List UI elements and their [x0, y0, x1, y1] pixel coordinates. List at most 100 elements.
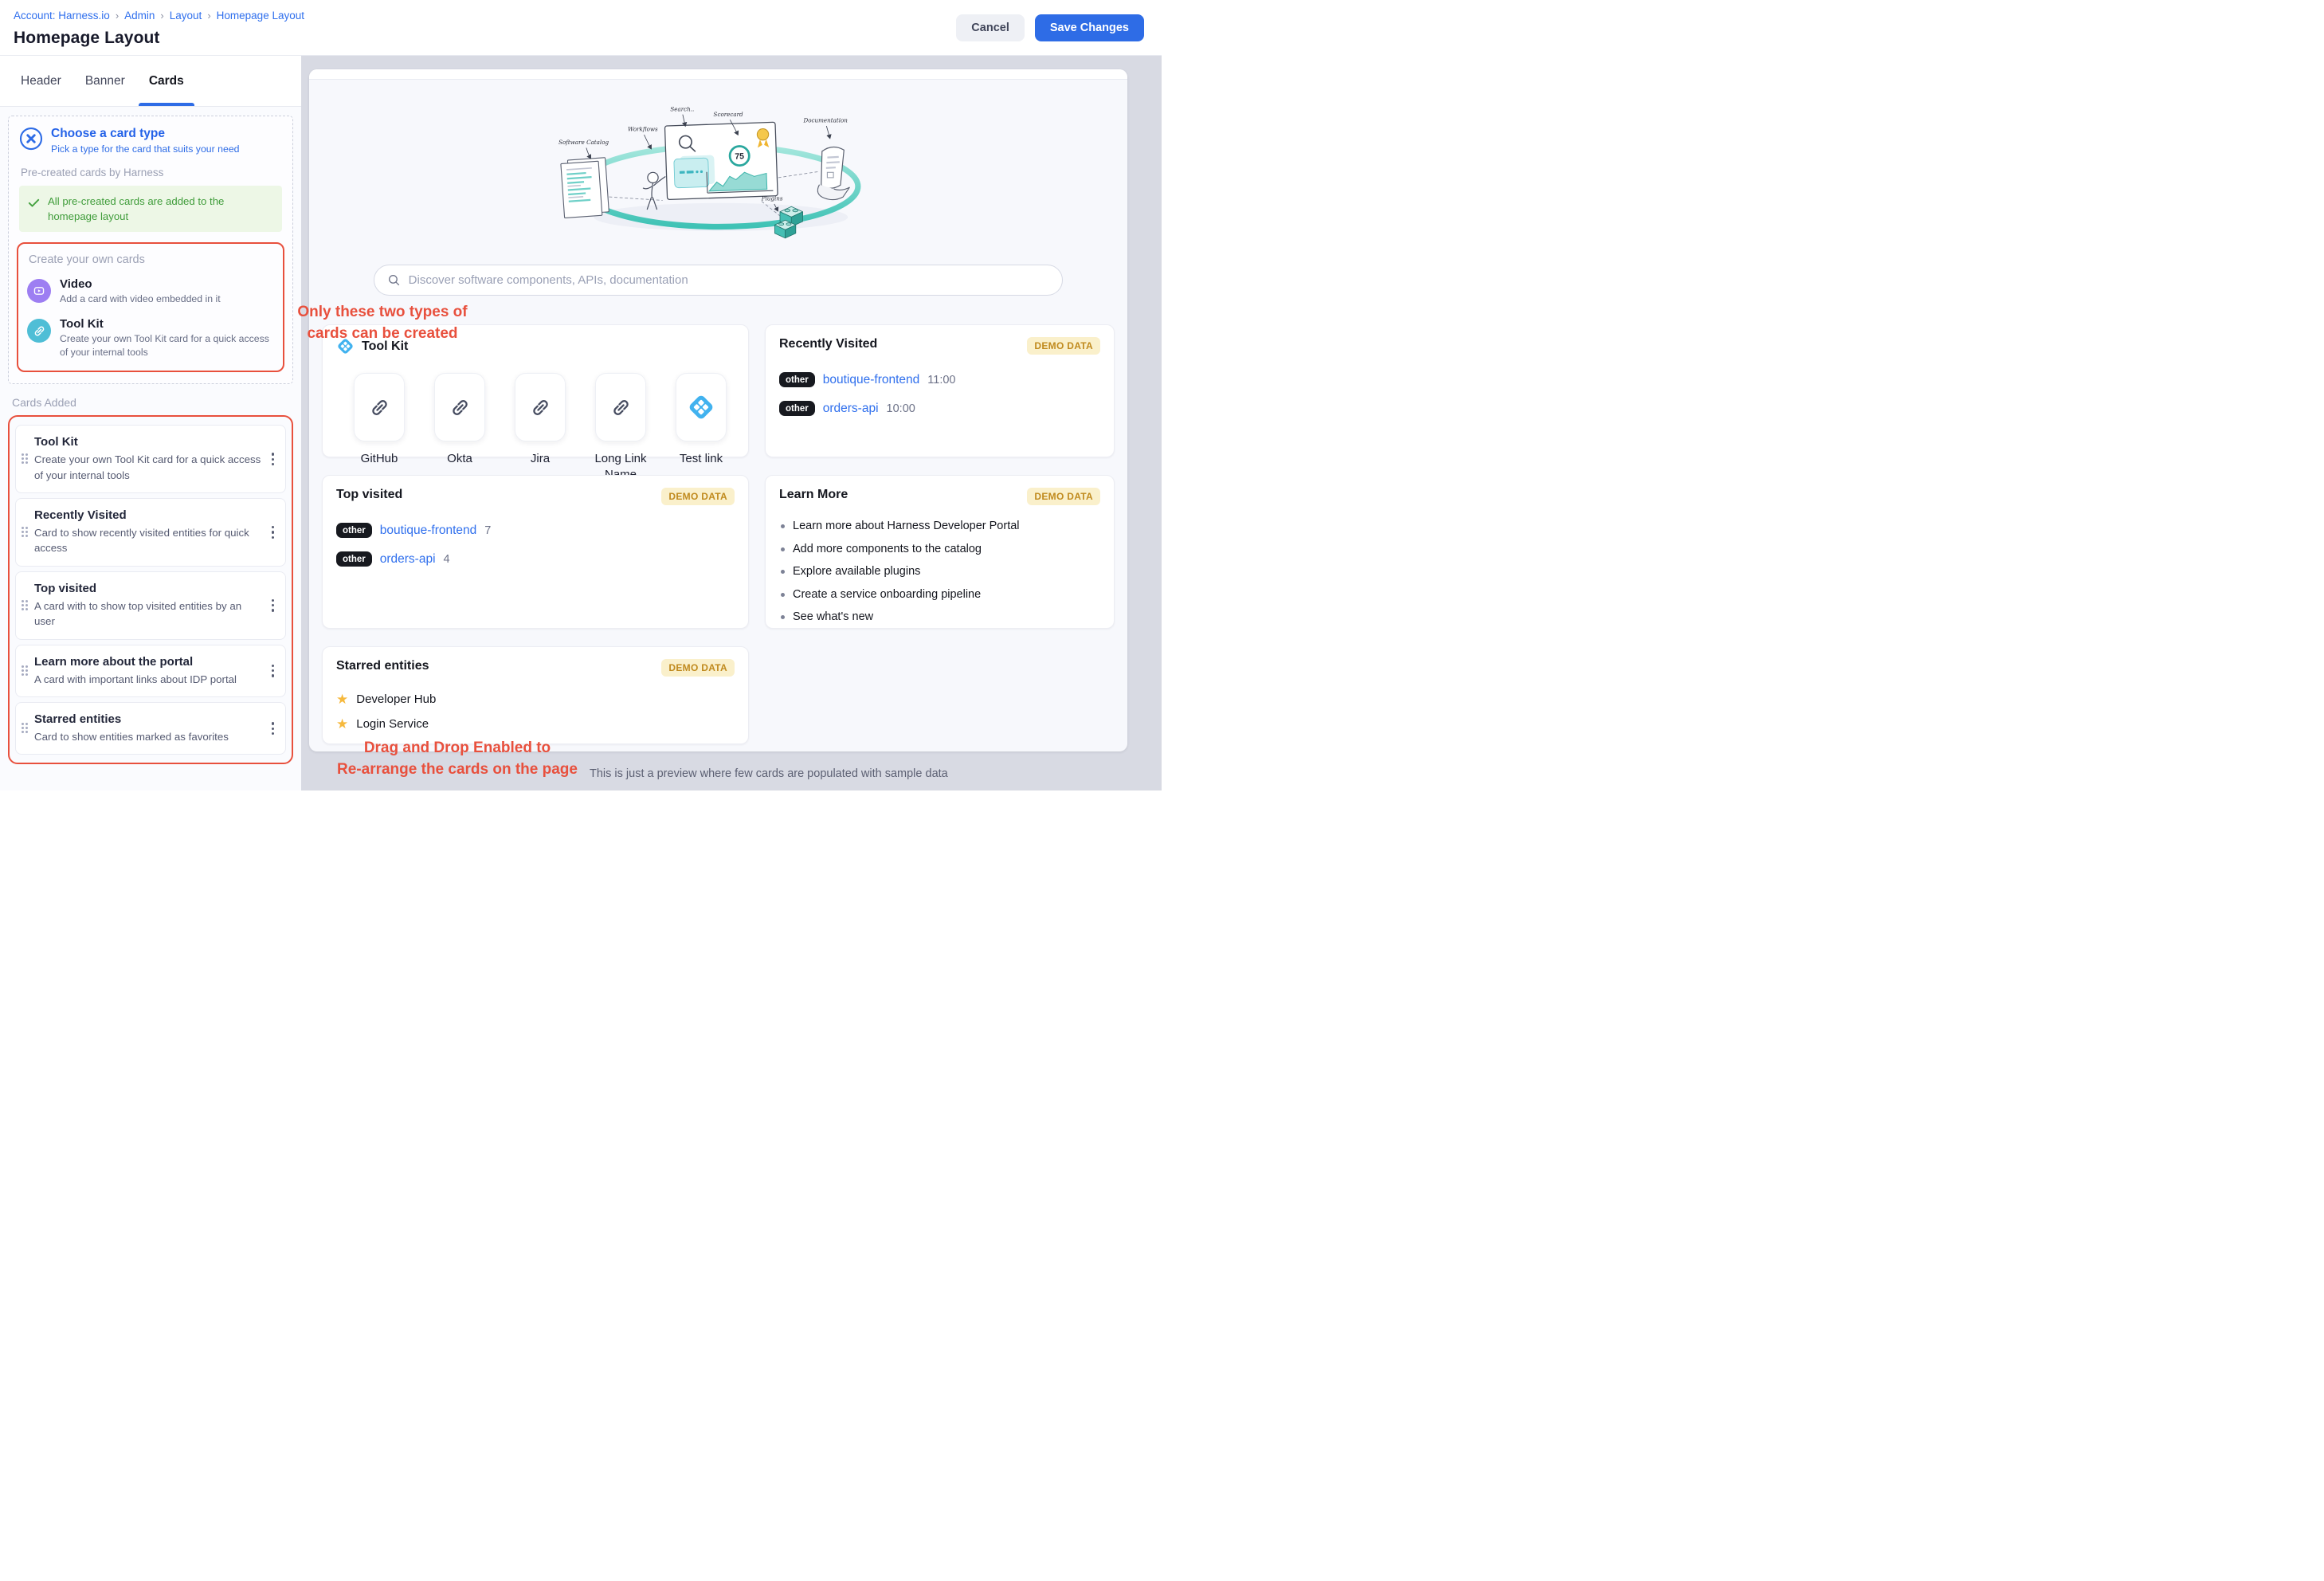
entity-link[interactable]: orders-api	[823, 402, 879, 416]
added-card-title: Learn more about the portal	[34, 655, 261, 669]
entity-link[interactable]: boutique-frontend	[380, 524, 477, 538]
learn-more-item[interactable]: Create a service onboarding pipeline	[779, 588, 1100, 601]
video-icon	[27, 279, 51, 303]
added-card-top-visited[interactable]: Top visited A card with to show top visi…	[15, 571, 286, 640]
tool-tile	[354, 373, 405, 441]
entity-count: 4	[444, 553, 450, 566]
breadcrumb-admin-link[interactable]: Admin	[124, 10, 155, 22]
drag-handle-icon[interactable]	[22, 723, 29, 734]
toolkit-link-github[interactable]: GitHub	[346, 373, 413, 484]
breadcrumb-account-link[interactable]: Account: Harness.io	[14, 10, 110, 22]
demo-data-badge: DEMO DATA	[1027, 488, 1100, 505]
breadcrumb-current[interactable]: Homepage Layout	[217, 10, 304, 22]
illustration-label-search: Search..	[670, 105, 694, 112]
card-type-option-toolkit[interactable]: Tool Kit Create your own Tool Kit card f…	[27, 317, 274, 359]
learn-more-item[interactable]: Learn more about Harness Developer Porta…	[779, 520, 1100, 532]
demo-data-badge: DEMO DATA	[661, 659, 735, 677]
drag-handle-icon[interactable]	[22, 600, 29, 611]
added-card-starred[interactable]: Starred entities Card to show entities m…	[15, 702, 286, 755]
preview-caption: This is just a preview where few cards a…	[590, 767, 948, 780]
demo-data-badge: DEMO DATA	[1027, 337, 1100, 355]
diamond-logo-icon	[336, 337, 355, 355]
entity-time: 10:00	[887, 402, 915, 415]
entity-row: other boutique-frontend 11:00	[779, 372, 1100, 387]
search-icon	[387, 273, 401, 287]
score-value: 75	[735, 152, 744, 161]
entity-link[interactable]: orders-api	[380, 552, 436, 567]
toolkit-link-test-link[interactable]: Test link	[668, 373, 735, 484]
illustration-label-documentation: Documentation	[802, 117, 848, 124]
preview-card-starred-entities: Starred entities DEMO DATA ★ Developer H…	[322, 646, 749, 744]
link-icon	[530, 397, 551, 418]
toolkit-option-desc: Create your own Tool Kit card for a quic…	[60, 332, 274, 359]
homepage-preview-region: 75	[301, 56, 1162, 790]
card-title: Tool Kit	[362, 339, 408, 354]
kebab-menu-icon[interactable]	[267, 449, 279, 469]
toolkit-option-title: Tool Kit	[60, 317, 274, 331]
tool-tile	[515, 373, 566, 441]
cancel-button[interactable]: Cancel	[956, 14, 1025, 41]
entity-count: 7	[484, 524, 491, 537]
added-card-title: Tool Kit	[34, 435, 261, 449]
tool-tile	[434, 373, 485, 441]
starred-entity-developer-hub[interactable]: ★ Developer Hub	[336, 692, 735, 706]
starred-entity-login-service[interactable]: ★ Login Service	[336, 717, 735, 731]
drag-handle-icon[interactable]	[22, 453, 29, 465]
entity-kind-tag: other	[336, 551, 372, 567]
video-option-desc: Add a card with video embedded in it	[60, 292, 221, 306]
demo-data-badge: DEMO DATA	[661, 488, 735, 505]
toolkit-link-jira[interactable]: Jira	[507, 373, 574, 484]
added-card-title: Starred entities	[34, 712, 261, 726]
illustration-label-plugins: Plugins	[760, 195, 782, 202]
link-icon	[610, 397, 632, 418]
kebab-menu-icon[interactable]	[267, 719, 279, 738]
entity-row: other orders-api 10:00	[779, 401, 1100, 416]
added-card-toolkit[interactable]: Tool Kit Create your own Tool Kit card f…	[15, 425, 286, 493]
tab-cards[interactable]: Cards	[149, 56, 184, 106]
kebab-menu-icon[interactable]	[267, 661, 279, 681]
illustration-label-workflows: Workflows	[627, 126, 657, 133]
save-changes-button[interactable]: Save Changes	[1035, 14, 1144, 41]
learn-more-item[interactable]: See what's new	[779, 610, 1100, 623]
added-card-learn-more[interactable]: Learn more about the portal A card with …	[15, 645, 286, 697]
layout-tabs: Header Banner Cards	[0, 56, 301, 107]
kebab-menu-icon[interactable]	[267, 523, 279, 542]
toolkit-link-okta[interactable]: Okta	[426, 373, 493, 484]
entity-kind-tag: other	[336, 523, 372, 538]
entity-time: 11:00	[927, 374, 955, 386]
learn-more-item[interactable]: Add more components to the catalog	[779, 543, 1100, 555]
link-icon	[369, 397, 390, 418]
preview-card-top-visited: Top visited DEMO DATA other boutique-fro…	[322, 475, 749, 629]
card-title: Starred entities	[336, 659, 429, 673]
drag-handle-icon[interactable]	[22, 665, 29, 677]
video-option-title: Video	[60, 277, 221, 291]
circle-x-icon	[19, 127, 43, 151]
card-title: Learn More	[779, 488, 848, 502]
starred-entity-name: Login Service	[356, 717, 429, 731]
tab-header[interactable]: Header	[21, 56, 61, 106]
toolkit-link-long-link-name[interactable]: Long Link Name	[587, 373, 654, 484]
added-card-desc: Create your own Tool Kit card for a quic…	[34, 452, 261, 483]
choose-card-type-title: Choose a card type	[51, 127, 240, 141]
entity-link[interactable]: boutique-frontend	[823, 373, 920, 387]
preview-card-toolkit: Tool Kit GitHub Okta	[322, 324, 749, 457]
card-type-option-video[interactable]: Video Add a card with video embedded in …	[27, 277, 274, 306]
added-card-title: Recently Visited	[34, 508, 261, 522]
tool-label: Test link	[680, 451, 723, 467]
added-card-recently-visited[interactable]: Recently Visited Card to show recently v…	[15, 498, 286, 567]
entity-kind-tag: other	[779, 372, 815, 387]
search-input[interactable]	[409, 273, 1050, 287]
precreated-cards-label: Pre-created cards by Harness	[21, 167, 282, 178]
breadcrumb-separator: ›	[207, 10, 210, 22]
starred-entity-name: Developer Hub	[356, 692, 436, 706]
tool-tile	[595, 373, 646, 441]
link-icon	[27, 319, 51, 343]
tab-banner[interactable]: Banner	[85, 56, 125, 106]
learn-more-item[interactable]: Explore available plugins	[779, 565, 1100, 578]
entity-row: other boutique-frontend 7	[336, 523, 735, 538]
kebab-menu-icon[interactable]	[267, 596, 279, 615]
card-title: Top visited	[336, 488, 402, 502]
drag-handle-icon[interactable]	[22, 527, 29, 538]
breadcrumb-layout-link[interactable]: Layout	[170, 10, 202, 22]
card-title: Recently Visited	[779, 337, 877, 351]
